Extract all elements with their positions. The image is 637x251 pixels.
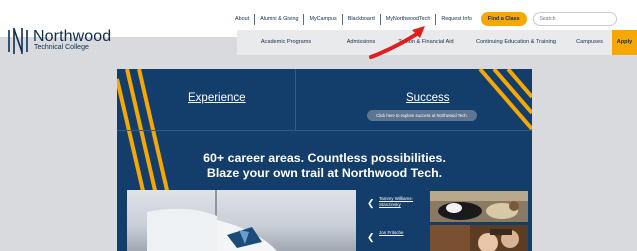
headline-line-2: Blaze your own trail at Northwood Tech. (206, 166, 443, 180)
cows-photo (430, 191, 528, 222)
logo-subtitle: Technical College (34, 44, 89, 51)
search-input[interactable] (532, 12, 617, 26)
apply-button[interactable]: Apply (612, 30, 637, 55)
chevron-left-icon[interactable]: ❮ (367, 233, 376, 242)
success-link[interactable]: Success (406, 92, 449, 104)
nav-continuing-education[interactable]: Continuing Education & Training (465, 30, 567, 55)
logo-mark-icon (8, 28, 28, 54)
divider (435, 13, 437, 25)
story-card[interactable]: ❮ Jon Fritsche (367, 225, 528, 251)
nav-campuses[interactable]: Campuses (567, 30, 612, 55)
flag-image (147, 208, 277, 251)
story-photo (430, 191, 528, 222)
utility-links: About Alumni & Giving MyCampus Blackboar… (230, 12, 617, 26)
hero-stripes-right (478, 69, 532, 131)
blackboard-link[interactable]: Blackboard (343, 12, 380, 26)
story-photo (430, 225, 528, 251)
alumni-giving-link[interactable]: Alumni & Giving (255, 12, 303, 26)
main-navigation: Academic Programs Admissions Tuition & F… (237, 30, 637, 55)
divider (341, 13, 343, 25)
mynorthwoodtech-link[interactable]: MyNorthwoodTech (381, 12, 436, 26)
hero-divider (295, 69, 296, 130)
divider (379, 13, 381, 25)
story-card[interactable]: ❮ Tammy Williams-Stanzinsky (367, 191, 528, 222)
nav-tuition-financial-aid[interactable]: Tuition & Financial Aid (387, 30, 465, 55)
hero-headline: 60+ career areas. Countless possibilitie… (117, 151, 532, 181)
nav-admissions[interactable]: Admissions (335, 30, 387, 55)
success-cta-button[interactable]: Click here to explore success at Northwo… (367, 110, 477, 121)
divider (254, 13, 256, 25)
hero-separator (117, 130, 532, 131)
headline-line-1: 60+ career areas. Countless possibilitie… (203, 151, 446, 165)
mycampus-link[interactable]: MyCampus (304, 12, 341, 26)
nav-academic-programs[interactable]: Academic Programs (237, 30, 335, 55)
site-logo[interactable]: Northwood Technical College (6, 26, 156, 58)
find-a-class-button[interactable]: Find a Class (480, 12, 527, 26)
flag-photo (127, 190, 356, 251)
family-photo (430, 225, 528, 251)
story-name-link[interactable]: Jon Fritsche (379, 230, 427, 236)
story-name-link[interactable]: Tammy Williams-Stanzinsky (379, 196, 427, 208)
chevron-left-icon[interactable]: ❮ (367, 199, 376, 208)
request-info-link[interactable]: Request Info (436, 12, 477, 26)
hero-banner: Experience Success Click here to explore… (117, 69, 532, 251)
experience-link[interactable]: Experience (188, 92, 246, 104)
about-link[interactable]: About (230, 12, 254, 26)
divider (303, 13, 305, 25)
